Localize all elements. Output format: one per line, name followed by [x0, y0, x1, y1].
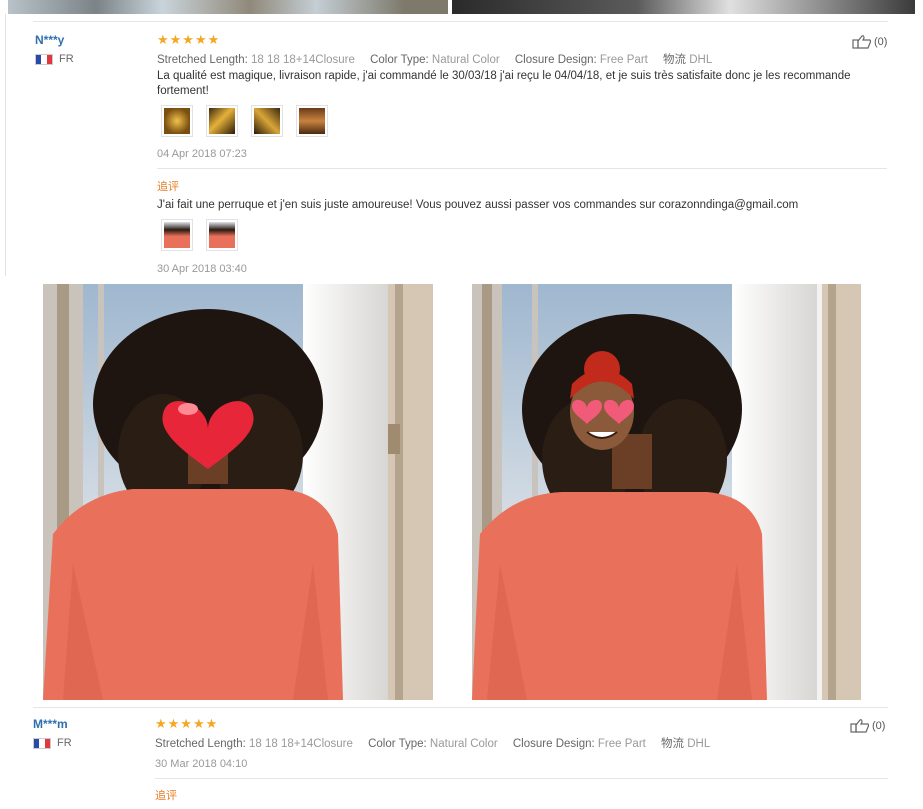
attr-value: Natural Color	[431, 54, 500, 66]
thumbs-up-icon	[852, 35, 872, 49]
star-rating: ★★★★★	[155, 716, 219, 731]
attr-value: Natural Color	[429, 738, 498, 750]
country-code: FR	[57, 737, 72, 749]
sku-attributes: Stretched Length: 18 18 18+14Closure Col…	[155, 735, 710, 751]
left-edge-line	[5, 14, 6, 276]
star-rating: ★★★★★	[157, 32, 221, 47]
divider	[33, 707, 888, 708]
followup-thumbnail[interactable]	[206, 219, 238, 251]
review-date: 04 Apr 2018 07:23	[157, 148, 247, 160]
reviewer-country: FR	[35, 53, 74, 65]
attr-key: 物流	[663, 54, 687, 66]
photo-image	[43, 284, 433, 700]
review-photo-large[interactable]	[472, 284, 861, 700]
reviewer-name[interactable]: M***m	[33, 717, 68, 731]
review-thumbnail[interactable]	[251, 105, 283, 137]
followup-label: 追评	[155, 790, 177, 802]
sku-attributes: Stretched Length: 18 18 18+14Closure Col…	[157, 51, 712, 67]
country-code: FR	[59, 53, 74, 65]
attr-key: Color Type:	[370, 54, 429, 66]
followup-label: 追评	[157, 181, 179, 193]
review-thumbnail[interactable]	[206, 105, 238, 137]
divider	[33, 21, 888, 22]
attr-key: Color Type:	[368, 738, 427, 750]
attr-value: 18 18 18+14Closure	[249, 738, 353, 750]
attr-value: 18 18 18+14Closure	[251, 54, 355, 66]
review-thumbnail[interactable]	[296, 105, 328, 137]
previous-photo-strip-right	[452, 0, 915, 14]
review-date: 30 Mar 2018 04:10	[155, 758, 248, 770]
followup-thumbnail[interactable]	[161, 219, 193, 251]
thumbs-up-icon	[850, 719, 870, 733]
previous-photo-strip	[8, 0, 448, 14]
followup-text: J'ai fait une perruque et j'en suis just…	[157, 199, 799, 211]
attr-key: Closure Design:	[512, 738, 595, 750]
attr-value: DHL	[689, 54, 713, 66]
followup-date: 30 Apr 2018 03:40	[157, 263, 247, 275]
france-flag-icon	[33, 737, 51, 749]
attr-key: 物流	[661, 738, 685, 750]
attr-value: Free Part	[599, 54, 648, 66]
divider	[155, 778, 888, 779]
reviewer-country: FR	[33, 737, 72, 749]
helpful-button[interactable]: (0)	[850, 719, 885, 733]
attr-value: DHL	[687, 738, 711, 750]
photo-image	[472, 284, 861, 700]
attr-key: Closure Design:	[514, 54, 597, 66]
helpful-button[interactable]: (0)	[852, 35, 887, 49]
helpful-count: (0)	[874, 36, 888, 48]
attr-key: Stretched Length:	[157, 54, 248, 66]
reviewer-name[interactable]: N***y	[35, 33, 64, 47]
france-flag-icon	[35, 53, 53, 65]
helpful-count: (0)	[872, 720, 886, 732]
review-photo-large[interactable]	[43, 284, 433, 700]
attr-value: Free Part	[597, 738, 646, 750]
attr-key: Stretched Length:	[155, 738, 246, 750]
divider	[157, 168, 887, 169]
review-text: La qualité est magique, livraison rapide…	[157, 70, 851, 97]
review-thumbnail[interactable]	[161, 105, 193, 137]
